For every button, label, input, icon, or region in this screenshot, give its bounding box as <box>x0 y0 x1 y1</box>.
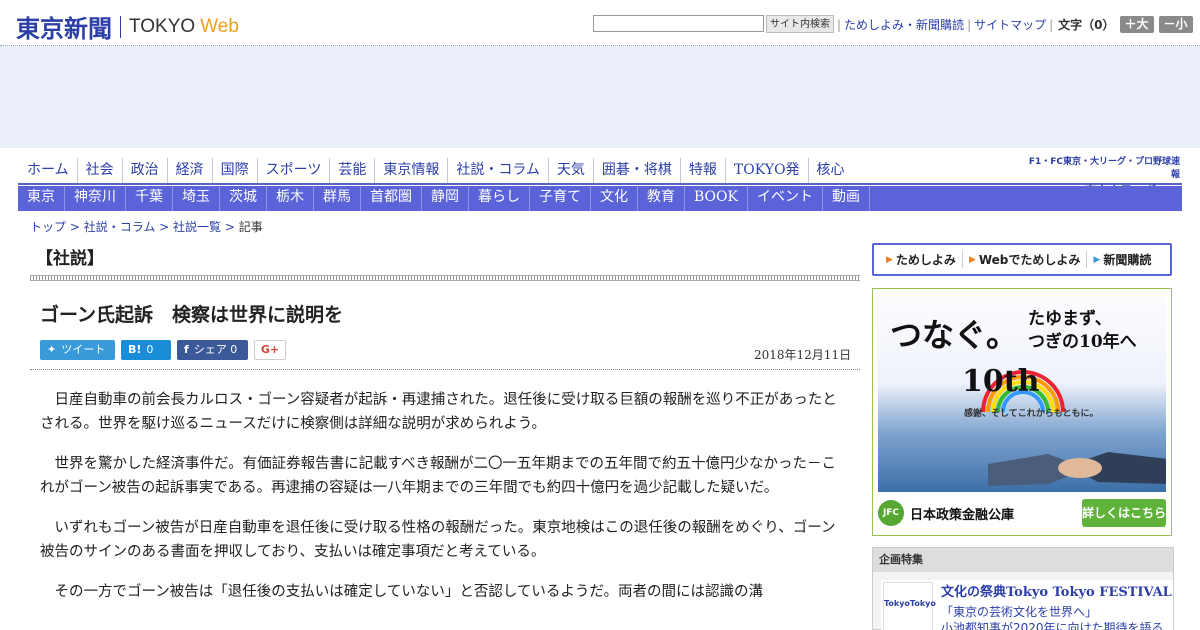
nav-primary-item-3[interactable]: 経済 <box>168 158 213 184</box>
jfc-name: 日本政策金融公庫 <box>910 507 1015 523</box>
ad-subheadline: たゆまず、 つぎの10年へ <box>1028 309 1137 352</box>
site-header: 東京新聞 TOKYO Web サイト内検索 | ためしよみ・新聞購読 | サイト… <box>0 0 1200 46</box>
article-paragraph: 世界を驚かした経済事件だ。有価証券報告書に記載すべき報酬が二〇一五年期までの五年… <box>40 456 837 496</box>
header-links: | ためしよみ・新聞購読 | サイトマップ | 文字（0） ＋大 －小 <box>834 16 1193 33</box>
nav-regional-item-9[interactable]: 暮らし <box>469 186 530 211</box>
nav-regional-item-6[interactable]: 群馬 <box>314 186 361 211</box>
site-search-input[interactable] <box>593 15 764 32</box>
hatena-icon: B! <box>128 343 142 356</box>
top-ad-area <box>0 46 1200 148</box>
ad-footer: JFC 日本政策金融公庫 詳しくはこちら <box>878 497 1166 529</box>
nav-primary-item-8[interactable]: 社説・コラム <box>448 158 549 184</box>
nav-regional-item-3[interactable]: 埼玉 <box>173 186 220 211</box>
nav-primary-item-10[interactable]: 囲碁・将棋 <box>594 158 681 184</box>
feature-thumbnail: TokyoTokyo <box>883 582 936 630</box>
arrow-right-icon: ▶ <box>886 254 893 265</box>
nav-regional-item-0[interactable]: 東京 <box>18 186 65 211</box>
feature-card[interactable]: TokyoTokyo 文化の祭典Tokyo Tokyo FESTIVAL 「東京… <box>881 580 1173 630</box>
nav-regional-item-1[interactable]: 神奈川 <box>65 186 126 211</box>
font-size-label: 文字（0） <box>1058 18 1115 32</box>
feature-heading: 企画特集 <box>873 548 1173 572</box>
article-paragraph: その一方でゴーン被告は「退任後の支払いは確定していない」と否認しているようだ。両… <box>54 584 763 600</box>
nav-primary-item-7[interactable]: 東京情報 <box>375 158 449 184</box>
facebook-icon: f <box>184 343 189 356</box>
article-divider <box>30 369 860 370</box>
font-smaller-button[interactable]: －小 <box>1158 16 1193 33</box>
nav-regional-item-13[interactable]: BOOK <box>685 186 748 211</box>
nav-regional-item-10[interactable]: 子育て <box>530 186 591 211</box>
header-link-sitemap[interactable]: サイトマップ <box>974 16 1046 33</box>
breadcrumb-top[interactable]: トップ <box>30 220 66 234</box>
nav-regional-item-11[interactable]: 文化 <box>591 186 638 211</box>
subscribe-box: ▶ ためしよみ ▶ Webでためしよみ ▶ 新聞購読 <box>872 243 1172 276</box>
nav-primary-item-1[interactable]: 社会 <box>78 158 123 184</box>
nav-primary-item-2[interactable]: 政治 <box>123 158 168 184</box>
nav-primary-item-5[interactable]: スポーツ <box>258 158 331 184</box>
article-body: 日産自動車の前会長カルロス・ゴーン容疑者が起訴・再逮捕された。退任後に受け取る巨… <box>40 388 840 620</box>
ad-tagline: 感謝、そしてこれからもともに。 <box>964 409 1099 419</box>
subscribe-link[interactable]: ▶ 新聞購読 <box>1087 251 1157 268</box>
regional-nav: 東京 神奈川 千葉 埼玉 茨城 栃木 群馬 首都圏 静岡 暮らし 子育て 文化 教育 BOOK イベント 動画 <box>18 186 1182 211</box>
hatena-bookmark-button[interactable]: B! 0 <box>121 340 171 360</box>
feature-section: 企画特集 TokyoTokyo 文化の祭典Tokyo Tokyo FESTIVA… <box>872 547 1174 630</box>
trial-read-link[interactable]: ▶ ためしよみ <box>880 251 963 268</box>
nav-regional-item-7[interactable]: 首都圏 <box>361 186 422 211</box>
nav-primary-item-9[interactable]: 天気 <box>549 158 594 184</box>
nav-regional-item-14[interactable]: イベント <box>748 186 823 211</box>
share-buttons: ✦ ツイート B! 0 f シェア 0 G+ <box>40 340 292 360</box>
breadcrumb-current: 記事 <box>238 220 263 234</box>
arrow-right-icon: ▶ <box>1093 254 1101 265</box>
breadcrumb-editorial-list[interactable]: 社説一覧 <box>173 220 221 234</box>
nav-primary-item-12[interactable]: TOKYO発 <box>726 158 809 184</box>
twitter-icon: ✦ <box>47 343 57 356</box>
twitter-share-button[interactable]: ✦ ツイート <box>40 340 115 360</box>
feature-title[interactable]: 文化の祭典Tokyo Tokyo FESTIVAL <box>941 581 1172 600</box>
ad-headline: つなぐ。 <box>890 316 1019 354</box>
nav-regional-item-15[interactable]: 動画 <box>823 186 870 211</box>
primary-nav-underline <box>18 183 1182 185</box>
breadcrumb-column[interactable]: 社説・コラム <box>84 220 156 234</box>
nav-regional-item-12[interactable]: 教育 <box>638 186 685 211</box>
feature-description: 「東京の芸術文化を世界へ」 小池都知事が2020年に向けた期待を語る <box>941 605 1164 630</box>
primary-nav: ホーム 社会 政治 経済 国際 スポーツ 芸能 東京情報 社説・コラム 天気 囲碁・将棋 特報 TOKY… <box>18 158 853 184</box>
logo-tokyo-shimbun: 東京新聞 <box>16 14 112 43</box>
article-title: ゴーン氏起訴 検察は世界に説明を <box>40 304 344 326</box>
nav-regional-item-5[interactable]: 栃木 <box>267 186 314 211</box>
site-search-button[interactable]: サイト内検索 <box>766 15 834 33</box>
web-trial-read-link[interactable]: ▶ Webでためしよみ <box>963 251 1088 268</box>
breadcrumb: トップ > 社説・コラム > 社説一覧 > 記事 <box>30 220 263 234</box>
handshake-icon <box>988 452 1166 486</box>
arrow-right-icon: ▶ <box>968 254 976 265</box>
google-plus-button[interactable]: G+ <box>254 340 286 360</box>
article-date: 2018年12月11日 <box>754 348 852 362</box>
logo-divider <box>120 15 121 38</box>
logo-tokyo: TOKYO <box>129 15 196 37</box>
nav-primary-item-0[interactable]: ホーム <box>18 158 78 184</box>
jfc-logo: JFC <box>878 500 904 526</box>
facebook-share-button[interactable]: f シェア 0 <box>177 340 248 360</box>
jfc-ad-banner[interactable]: つなぐ。 たゆまず、 つぎの10年へ 10th 感謝、そしてこれからもともに。 … <box>872 288 1172 536</box>
site-logo[interactable]: 東京新聞 TOKYO Web <box>16 9 239 44</box>
logo-web: Web <box>200 15 239 37</box>
header-link-subscribe[interactable]: ためしよみ・新聞購読 <box>844 16 964 33</box>
chunichi-tagline: F1・FC東京・大リーグ・プロ野球速報 <box>1028 157 1180 180</box>
article-category: 【社説】 <box>36 249 104 269</box>
nav-primary-item-6[interactable]: 芸能 <box>330 158 376 184</box>
ad-10th: 10th <box>962 364 1040 399</box>
article-paragraph: いずれもゴーン被告が日産自動車を退任後に受け取る性格の報酬だった。東京地検はこの… <box>40 520 836 560</box>
nav-primary-item-4[interactable]: 国際 <box>213 158 258 184</box>
nav-primary-item-13[interactable]: 核心 <box>809 158 853 184</box>
nav-regional-item-2[interactable]: 千葉 <box>126 186 173 211</box>
ad-image: つなぐ。 たゆまず、 つぎの10年へ 10th 感謝、そしてこれからもともに。 <box>878 294 1166 492</box>
font-bigger-button[interactable]: ＋大 <box>1119 16 1154 33</box>
nav-primary-item-11[interactable]: 特報 <box>681 158 726 184</box>
ad-details-button[interactable]: 詳しくはこちら <box>1082 499 1166 527</box>
article-paragraph: 日産自動車の前会長カルロス・ゴーン容疑者が起訴・再逮捕された。退任後に受け取る巨… <box>40 392 837 432</box>
nav-regional-item-4[interactable]: 茨城 <box>220 186 267 211</box>
category-divider <box>30 275 860 281</box>
nav-regional-item-8[interactable]: 静岡 <box>422 186 469 211</box>
